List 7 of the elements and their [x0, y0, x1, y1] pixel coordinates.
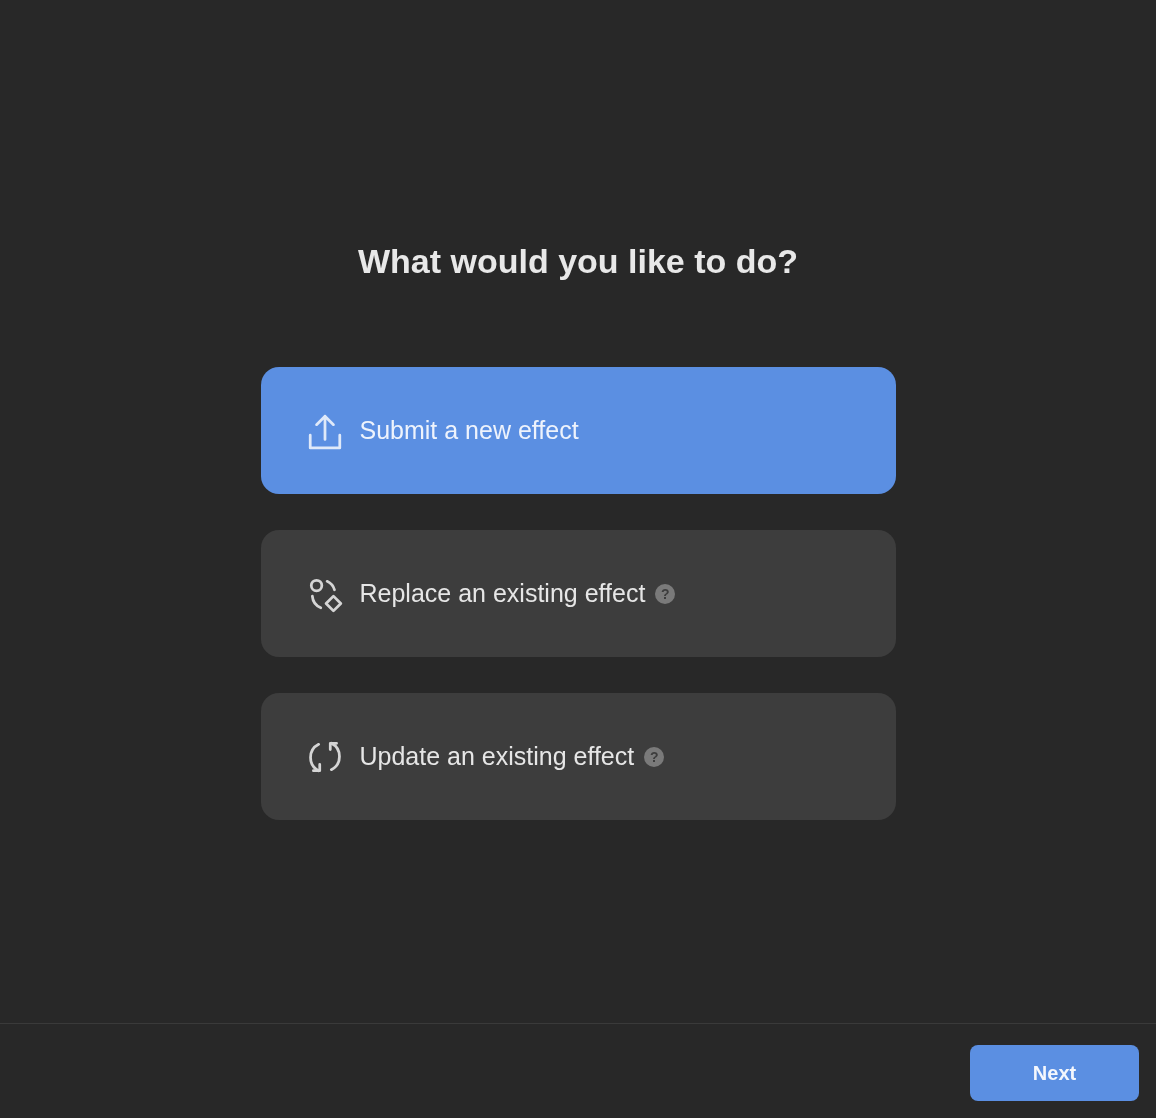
- option-button[interactable]: Update an existing effect ?: [260, 693, 896, 820]
- page-title: What would you like to do?: [357, 241, 799, 282]
- option-button[interactable]: Replace an existing effect ?: [260, 530, 896, 657]
- next-button[interactable]: Next: [970, 1045, 1139, 1101]
- help-icon[interactable]: ?: [655, 583, 676, 604]
- help-icon[interactable]: ?: [644, 746, 665, 767]
- option-button[interactable]: Submit a new effect: [260, 367, 896, 494]
